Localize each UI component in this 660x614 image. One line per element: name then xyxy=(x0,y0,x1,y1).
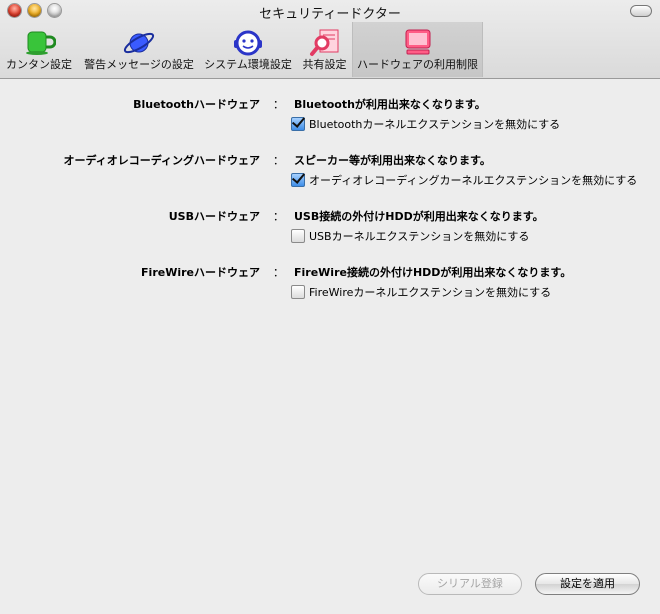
window-header: セキュリティードクター カンタン設定 警告メッセージの設定 システム環境設定 共… xyxy=(0,0,660,79)
tab-label: カンタン設定 xyxy=(6,58,72,71)
monitor-icon xyxy=(405,29,430,55)
checkbox-box[interactable] xyxy=(291,285,305,299)
setting-label: オーディオレコーディングハードウェア xyxy=(63,154,260,167)
toolbar: カンタン設定 警告メッセージの設定 システム環境設定 共有設定 ハードウェアの利… xyxy=(0,22,660,78)
checkbox-box[interactable] xyxy=(291,117,305,131)
checkbox-label[interactable]: USBカーネルエクステンションを無効にする xyxy=(309,230,529,243)
headset-icon xyxy=(234,30,262,56)
apply-settings-button[interactable]: 設定を適用 xyxy=(535,573,640,595)
window-title: セキュリティードクター xyxy=(259,7,401,22)
tab-easy-setup[interactable]: カンタン設定 xyxy=(0,22,78,77)
tab-warning-message[interactable]: 警告メッセージの設定 xyxy=(80,22,198,77)
setting-separator: ： xyxy=(273,210,284,223)
titlebar: セキュリティードクター xyxy=(0,0,660,22)
setting-separator: ： xyxy=(273,154,284,167)
mug-icon xyxy=(26,31,56,55)
checkbox-box[interactable] xyxy=(291,229,305,243)
hardware-settings-panel: Bluetoothハードウェア ： Bluetoothが利用出来なくなります。 … xyxy=(0,79,660,614)
setting-label: USBハードウェア xyxy=(168,210,260,223)
tab-label: 共有設定 xyxy=(302,58,347,71)
setting-separator: ： xyxy=(273,98,284,111)
planet-icon xyxy=(123,32,155,54)
bluetooth-checkbox[interactable]: Bluetoothカーネルエクステンションを無効にする xyxy=(291,116,560,132)
firewire-checkbox[interactable]: FireWireカーネルエクステンションを無効にする xyxy=(291,284,551,300)
tab-label: 警告メッセージの設定 xyxy=(84,58,194,71)
serial-register-button[interactable]: シリアル登録 xyxy=(418,573,522,595)
setting-label: Bluetoothハードウェア xyxy=(133,98,260,111)
setting-description: FireWire接続の外付けHDDが利用出来なくなります。 xyxy=(294,266,572,279)
setting-description: USB接続の外付けHDDが利用出来なくなります。 xyxy=(294,210,544,223)
tab-hardware-restriction[interactable]: ハードウェアの利用制限 xyxy=(352,22,483,77)
toolbar-toggle-button[interactable] xyxy=(630,5,652,17)
app-window: セキュリティードクター カンタン設定 警告メッセージの設定 システム環境設定 共… xyxy=(0,0,660,614)
checkbox-label[interactable]: オーディオレコーディングカーネルエクステンションを無効にする xyxy=(309,174,637,187)
magnifier-icon xyxy=(309,29,338,56)
tab-system-preferences[interactable]: システム環境設定 xyxy=(200,22,296,77)
setting-separator: ： xyxy=(273,266,284,279)
tab-sharing[interactable]: 共有設定 xyxy=(298,22,351,77)
checkbox-label[interactable]: Bluetoothカーネルエクステンションを無効にする xyxy=(309,118,560,131)
checkbox-label[interactable]: FireWireカーネルエクステンションを無効にする xyxy=(309,286,551,299)
setting-description: スピーカー等が利用出来なくなります。 xyxy=(294,154,491,167)
tab-label: ハードウェアの利用制限 xyxy=(357,58,478,71)
setting-description: Bluetoothが利用出来なくなります。 xyxy=(294,98,486,111)
usb-checkbox[interactable]: USBカーネルエクステンションを無効にする xyxy=(291,228,529,244)
setting-label: FireWireハードウェア xyxy=(141,266,260,279)
audio-checkbox[interactable]: オーディオレコーディングカーネルエクステンションを無効にする xyxy=(291,172,637,188)
tab-label: システム環境設定 xyxy=(204,58,292,71)
checkbox-box[interactable] xyxy=(291,173,305,187)
